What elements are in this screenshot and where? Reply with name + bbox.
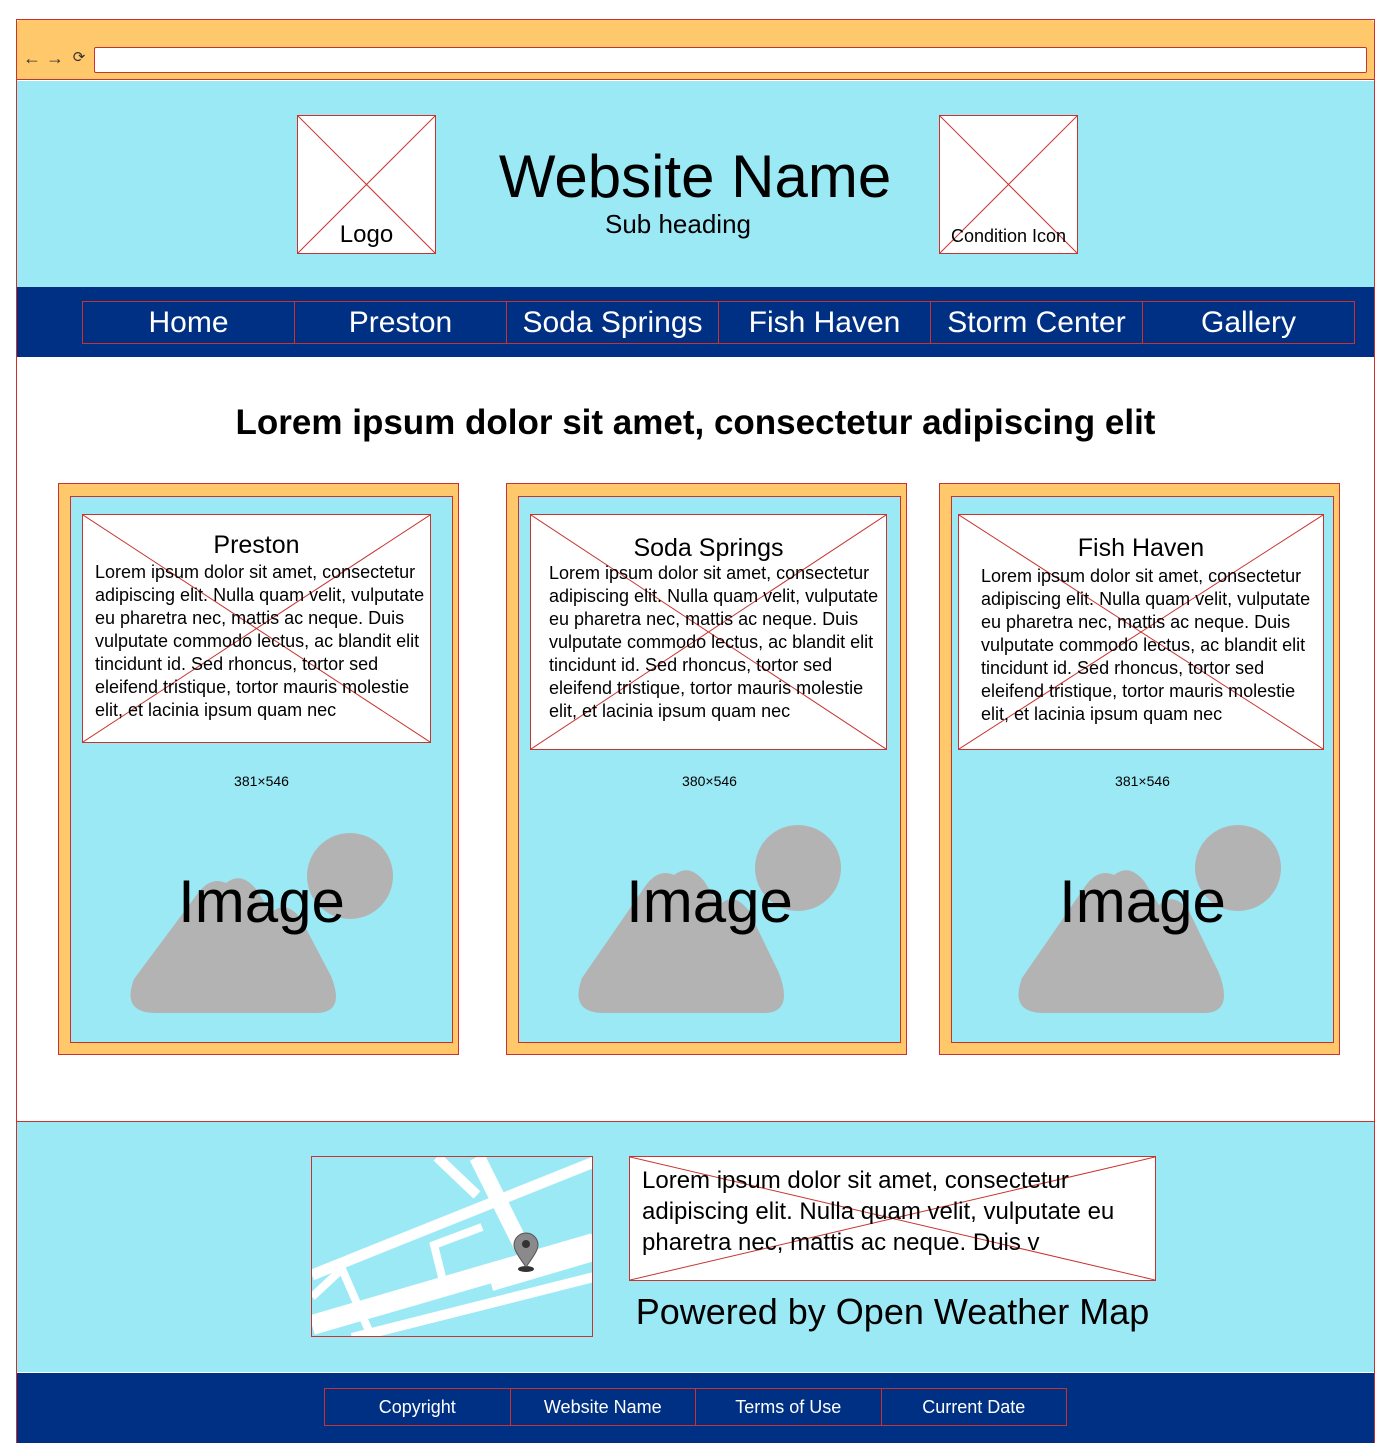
card-title: Fish Haven <box>1077 534 1205 562</box>
back-arrow-icon[interactable]: ← <box>23 48 41 68</box>
site-title: Website Name <box>498 143 892 210</box>
footer-links: Copyright Website Name Terms of Use Curr… <box>324 1388 1067 1426</box>
image-dimensions: 381×546 <box>234 773 289 789</box>
town-card-fish-haven[interactable]: Fish Haven Lorem ipsum dolor sit amet, c… <box>939 483 1340 1055</box>
town-card-preston[interactable]: Preston Lorem ipsum dolor sit amet, cons… <box>58 483 459 1055</box>
footer-current-date[interactable]: Current Date <box>880 1388 1067 1426</box>
card-title: Soda Springs <box>633 534 784 562</box>
logo-label: Logo <box>339 221 394 248</box>
nav-item-gallery[interactable]: Gallery <box>1142 301 1355 344</box>
card-text-box: Soda Springs Lorem ipsum dolor sit amet,… <box>530 514 887 750</box>
condition-icon-label: Condition Icon <box>950 226 1067 246</box>
image-dimensions: 381×546 <box>1115 773 1170 789</box>
image-label: Image <box>1059 868 1226 935</box>
footer-terms-of-use[interactable]: Terms of Use <box>695 1388 882 1426</box>
map-widget[interactable] <box>311 1156 593 1337</box>
powered-by-text: Powered by Open Weather Map <box>635 1291 1150 1332</box>
town-card-soda-springs[interactable]: Soda Springs Lorem ipsum dolor sit amet,… <box>506 483 907 1055</box>
footer-website-name[interactable]: Website Name <box>509 1388 696 1426</box>
card-text-box: Fish Haven Lorem ipsum dolor sit amet, c… <box>958 514 1324 750</box>
nav-item-storm-center[interactable]: Storm Center <box>930 301 1143 344</box>
image-dimensions: 380×546 <box>682 773 737 789</box>
nav-item-soda-springs[interactable]: Soda Springs <box>506 301 719 344</box>
image-label: Image <box>178 868 345 935</box>
nav-item-preston[interactable]: Preston <box>294 301 507 344</box>
card-inner: Soda Springs Lorem ipsum dolor sit amet,… <box>518 496 901 1043</box>
weather-text: Lorem ipsum dolor sit amet, consectetur … <box>642 1167 1115 1256</box>
nav-item-fish-haven[interactable]: Fish Haven <box>718 301 931 344</box>
card-inner: Fish Haven Lorem ipsum dolor sit amet, c… <box>951 496 1334 1043</box>
condition-icon-placeholder: Condition Icon <box>939 115 1078 254</box>
image-label: Image <box>626 868 793 935</box>
address-bar[interactable] <box>94 47 1367 73</box>
card-body: Lorem ipsum dolor sit amet, consectetur … <box>95 562 425 720</box>
sub-heading: Sub heading <box>604 209 752 239</box>
nav-item-home[interactable]: Home <box>82 301 295 344</box>
weather-summary-box: Lorem ipsum dolor sit amet, consectetur … <box>629 1156 1156 1281</box>
forward-arrow-icon[interactable]: → <box>46 48 64 68</box>
page-heading: Lorem ipsum dolor sit amet, consectetur … <box>235 403 1156 442</box>
footer-copyright[interactable]: Copyright <box>324 1388 511 1426</box>
nav-list: Home Preston Soda Springs Fish Haven Sto… <box>82 301 1355 344</box>
reload-icon[interactable]: ⟳ <box>70 48 88 68</box>
logo-placeholder[interactable]: Logo <box>297 115 436 254</box>
card-inner: Preston Lorem ipsum dolor sit amet, cons… <box>70 496 453 1043</box>
card-title: Preston <box>213 531 300 559</box>
card-body: Lorem ipsum dolor sit amet, consectetur … <box>981 566 1311 724</box>
card-text-box: Preston Lorem ipsum dolor sit amet, cons… <box>82 514 431 743</box>
card-body: Lorem ipsum dolor sit amet, consectetur … <box>549 563 879 721</box>
map-icon <box>312 1157 592 1336</box>
